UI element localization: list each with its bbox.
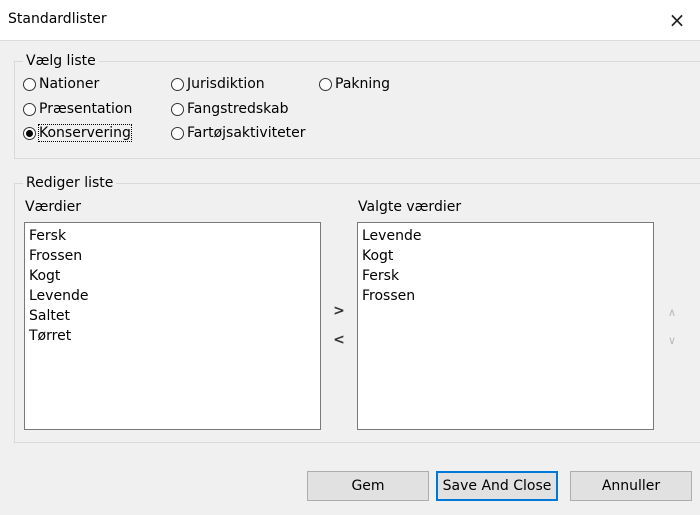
move-down-icon[interactable]: ∨: [662, 331, 682, 351]
radio-pakning[interactable]: Pakning: [319, 76, 390, 92]
radio-konservering[interactable]: Konservering: [23, 124, 132, 142]
radio-button-icon: [23, 102, 36, 116]
title-bar: Standardlister ×: [0, 0, 700, 41]
list-item[interactable]: Fersk: [29, 226, 316, 246]
values-label: Værdier: [25, 199, 81, 215]
radio-button-icon: [171, 102, 184, 116]
radio-jurisdiktion[interactable]: Jurisdiktion: [171, 76, 265, 92]
list-item[interactable]: Levende: [362, 226, 649, 246]
list-item[interactable]: Kogt: [29, 266, 316, 286]
radio-praesentation[interactable]: Præsentation: [23, 101, 132, 117]
radio-fangstredskab[interactable]: Fangstredskab: [171, 101, 288, 117]
selected-values-label: Valgte værdier: [358, 199, 462, 215]
save-button[interactable]: Gem: [307, 471, 429, 501]
list-item[interactable]: Kogt: [362, 246, 649, 266]
list-item[interactable]: Tørret: [29, 326, 316, 346]
cancel-button[interactable]: Annuller: [570, 471, 692, 501]
move-left-button[interactable]: <: [329, 330, 349, 350]
window-title: Standardlister: [8, 11, 107, 27]
move-right-button[interactable]: >: [329, 301, 349, 321]
selected-values-listbox[interactable]: Levende Kogt Fersk Frossen: [357, 222, 654, 430]
list-item[interactable]: Saltet: [29, 306, 316, 326]
radio-button-icon: [319, 77, 332, 91]
radio-button-icon: [171, 77, 184, 91]
choose-list-label: Vælg liste: [23, 52, 99, 70]
edit-list-label: Rediger liste: [23, 174, 117, 192]
radio-selected-icon: [23, 126, 36, 140]
move-up-icon[interactable]: ∧: [662, 303, 682, 323]
list-item[interactable]: Levende: [29, 286, 316, 306]
list-item[interactable]: Frossen: [362, 286, 649, 306]
radio-nationer[interactable]: Nationer: [23, 76, 99, 92]
list-item[interactable]: Fersk: [362, 266, 649, 286]
list-item[interactable]: Frossen: [29, 246, 316, 266]
close-icon[interactable]: ×: [654, 0, 700, 40]
radio-button-icon: [171, 126, 184, 140]
radio-button-icon: [23, 77, 36, 91]
radio-fartojsaktiviteter[interactable]: Fartøjsaktiviteter: [171, 125, 306, 141]
values-listbox[interactable]: Fersk Frossen Kogt Levende Saltet Tørret: [24, 222, 321, 430]
save-and-close-button[interactable]: Save And Close: [436, 471, 558, 501]
